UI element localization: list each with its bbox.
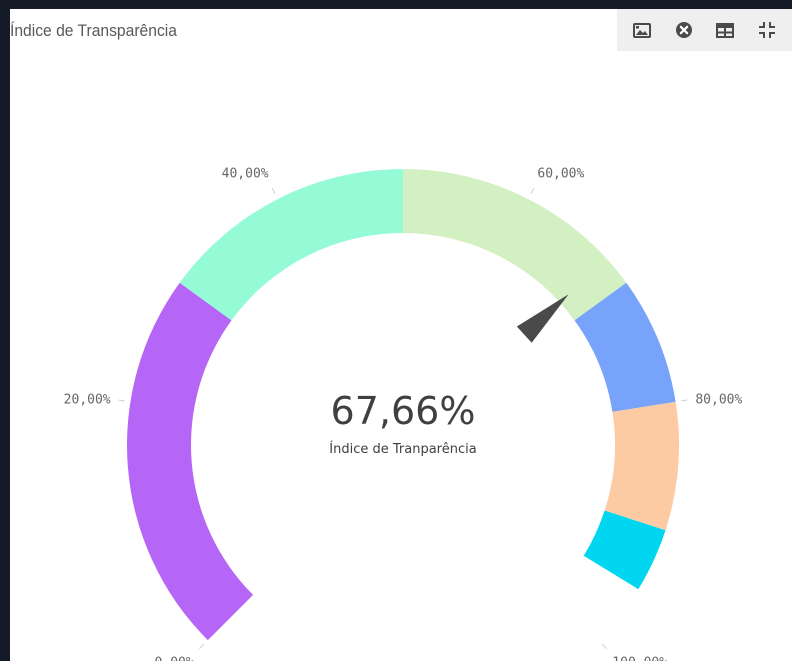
- chart-card: Índice de Transparência 20,00% 40,00% 60…: [10, 9, 792, 661]
- gauge-tick-mark: [198, 644, 204, 650]
- gauge-tick-mark: [271, 188, 276, 194]
- gauge-tick-label: 20,00%: [64, 393, 111, 408]
- gauge-tick-mark: [681, 399, 688, 402]
- gauge-chart[interactable]: 0,00% 20,00% 40,00% 60,00% 80,00% 100,00% 67,…: [10, 9, 792, 661]
- gauge-tick-label: 0,00%: [155, 655, 194, 661]
- gauge-segment-1[interactable]: [179, 169, 403, 321]
- gauge-tick-mark: [602, 644, 608, 650]
- frame-border-left: [0, 0, 10, 661]
- gauge-tick-mark: [530, 188, 535, 194]
- gauge-segment-0[interactable]: [126, 282, 254, 641]
- gauge-segment-4[interactable]: [604, 401, 679, 531]
- gauge-panel: Índice de Transparência 20,00% 40,00% 60…: [0, 0, 792, 661]
- gauge-tick-label: 100,00%: [612, 655, 667, 661]
- gauge-measure-label: Índice de Tranparência: [329, 441, 476, 457]
- frame-border-top: [0, 0, 792, 9]
- gauge-tick-label: 80,00%: [695, 393, 742, 408]
- gauge-tick-label: 60,00%: [537, 166, 584, 181]
- gauge-segment-2[interactable]: [403, 169, 627, 321]
- gauge-tick-label: 40,00%: [222, 166, 269, 181]
- gauge-needle: [516, 294, 569, 343]
- gauge-tick-mark: [118, 399, 125, 402]
- gauge-value: 67,66%: [331, 389, 476, 433]
